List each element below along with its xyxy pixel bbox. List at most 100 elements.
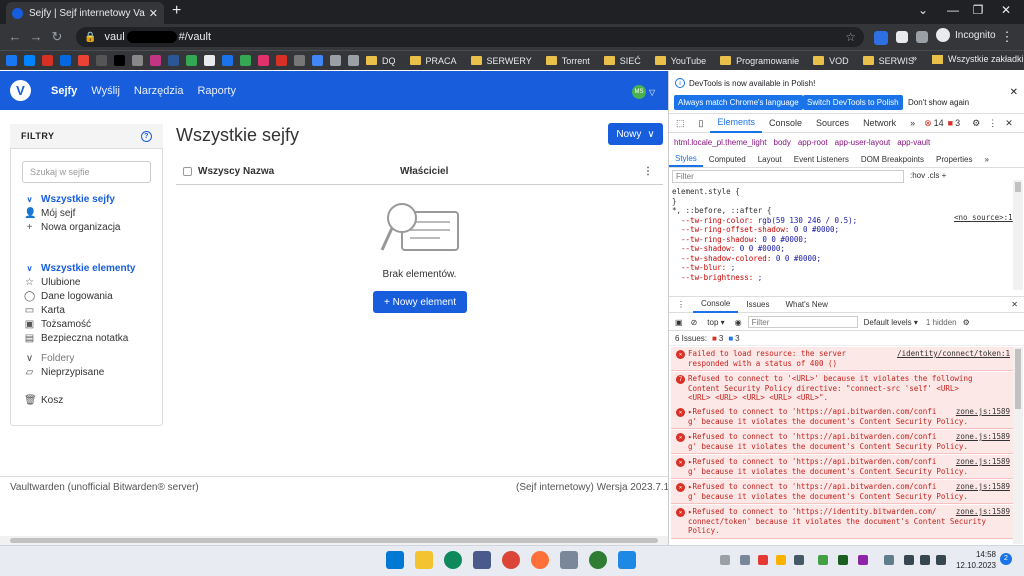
tray-icon[interactable] xyxy=(818,555,828,565)
console-error-message[interactable]: ✕ Failed to load resource: the server res… xyxy=(671,347,1014,371)
more-subtabs-icon[interactable]: » xyxy=(979,151,995,167)
column-name[interactable]: Nazwa xyxy=(243,166,274,177)
bookmark-icon[interactable] xyxy=(294,55,305,66)
styles-filter-input[interactable]: Filter xyxy=(672,170,904,183)
context-select[interactable]: top ▾ xyxy=(707,318,724,327)
dont-show-again-button[interactable]: Don't show again xyxy=(904,95,973,110)
scrollbar-thumb[interactable] xyxy=(10,538,658,543)
console-error-message[interactable]: ✕ ▸Refused to connect to 'https://api.bit… xyxy=(671,405,1014,429)
bookmark-folder[interactable]: SERWIS xyxy=(862,56,914,66)
incognito-profile[interactable]: Incognito xyxy=(936,28,996,42)
drawer-tab-issues[interactable]: Issues xyxy=(738,297,777,313)
close-tab-icon[interactable]: ✕ xyxy=(149,7,158,20)
bookmark-folder[interactable]: SIEĆ xyxy=(603,56,641,66)
chevron-up-icon[interactable] xyxy=(884,555,894,565)
subtab-event-listeners[interactable]: Event Listeners xyxy=(788,151,855,167)
file-explorer-icon[interactable] xyxy=(415,551,433,569)
tray-icon[interactable] xyxy=(758,555,768,565)
bookmark-icon[interactable] xyxy=(168,55,179,66)
back-icon[interactable]: ← xyxy=(6,29,24,44)
breadcrumb-item[interactable]: app-vault xyxy=(897,138,930,147)
browser-tab[interactable]: Sejfy | Sejf internetowy Vaultwarden ✕ xyxy=(6,2,164,24)
drawer-tab-console[interactable]: Console xyxy=(693,297,739,313)
error-count-icon[interactable]: ⊗ xyxy=(924,118,932,129)
chrome-menu-icon[interactable]: ⋮ xyxy=(998,29,1016,45)
close-drawer-icon[interactable]: ✕ xyxy=(1011,300,1018,309)
mail-bookmark-icon[interactable] xyxy=(96,55,107,66)
instagram-bookmark-icon[interactable] xyxy=(258,55,269,66)
filter-favorites[interactable]: ☆ Ulubione xyxy=(24,277,80,288)
tab-search-icon[interactable]: ⌄ xyxy=(908,3,938,17)
facebook-bookmark-icon[interactable] xyxy=(6,55,17,66)
error-source-link[interactable]: zone.js:1589 xyxy=(956,432,1010,442)
live-expression-eye-icon[interactable]: ◉ xyxy=(735,318,742,327)
bookmark-star-icon[interactable]: ☆ xyxy=(845,30,856,44)
bookmark-icon[interactable] xyxy=(276,55,287,66)
error-source-link[interactable]: /identity/connect/token:1 xyxy=(897,349,1010,359)
subtab-properties[interactable]: Properties xyxy=(930,151,978,167)
sidebar-toggle-icon[interactable]: ▣ xyxy=(675,318,683,327)
styles-scrollbar[interactable] xyxy=(1013,180,1023,290)
warning-count-icon[interactable]: ■ xyxy=(948,118,953,128)
horizontal-scrollbar[interactable] xyxy=(0,536,668,545)
tab-elements[interactable]: Elements xyxy=(710,114,762,133)
bookmark-folder[interactable]: VOD xyxy=(813,56,849,66)
error-source-link[interactable]: zone.js:1589 xyxy=(956,507,1010,517)
settings-gear-icon[interactable]: ⚙ xyxy=(972,118,980,129)
firefox-icon[interactable] xyxy=(531,551,549,569)
vaultwarden-logo-icon[interactable]: V xyxy=(10,80,31,101)
filter-folders[interactable]: ∨ Foldery xyxy=(24,353,75,364)
notification-badge[interactable]: 2 xyxy=(1000,553,1012,565)
youtube-bookmark-icon[interactable] xyxy=(42,55,53,66)
console-error-message[interactable]: ✕ ▸Refused to connect to 'https://api.bit… xyxy=(671,480,1014,504)
messenger-bookmark-icon[interactable] xyxy=(24,55,35,66)
extensions-puzzle-icon[interactable] xyxy=(896,31,908,43)
clear-console-icon[interactable]: ⊘ xyxy=(691,318,698,327)
bookmark-icon[interactable] xyxy=(348,55,359,66)
bookmark-folder[interactable]: DQ xyxy=(366,56,396,66)
edge-icon[interactable] xyxy=(444,551,462,569)
bookmark-icon[interactable] xyxy=(132,55,143,66)
x-bookmark-icon[interactable] xyxy=(114,55,125,66)
tray-icon[interactable] xyxy=(858,555,868,565)
tab-sources[interactable]: Sources xyxy=(809,114,856,133)
help-icon[interactable]: ? xyxy=(141,130,152,142)
filter-all-vaults[interactable]: ∨ Wszystkie sejfy xyxy=(24,194,115,205)
console-error-message[interactable]: ✕ ▸Refused to connect to 'https://api.bit… xyxy=(671,455,1014,479)
match-language-button[interactable]: Always match Chrome's language xyxy=(674,95,803,110)
scrollbar-thumb[interactable] xyxy=(1015,182,1021,192)
select-all-checkbox[interactable] xyxy=(183,166,192,176)
meta-bookmark-icon[interactable] xyxy=(60,55,71,66)
drawer-tab-whats-new[interactable]: What's New xyxy=(777,297,835,313)
subtab-dom-breakpoints[interactable]: DOM Breakpoints xyxy=(855,151,930,167)
vaultwarden-app-icon[interactable] xyxy=(589,551,607,569)
tray-icon[interactable] xyxy=(794,555,804,565)
tray-icon[interactable] xyxy=(740,555,750,565)
battery-icon[interactable] xyxy=(936,555,946,565)
address-bar[interactable]: 🔒 vaul #/vault ☆ xyxy=(76,27,864,47)
switch-language-button[interactable]: Switch DevTools to Polish xyxy=(803,95,903,110)
breadcrumb-item[interactable]: html.locale_pl.theme_light xyxy=(674,138,767,147)
globe-bookmark-icon[interactable] xyxy=(330,55,341,66)
bookmark-icon[interactable] xyxy=(240,55,251,66)
more-tabs-icon[interactable]: » xyxy=(903,114,922,133)
site-info-icon[interactable]: 🔒 xyxy=(84,32,96,43)
vault-search-input[interactable]: Szukaj w sejfie xyxy=(22,161,151,183)
filter-new-organization[interactable]: + Nowa organizacja xyxy=(24,222,121,233)
restore-button[interactable]: ❐ xyxy=(963,3,993,17)
bookmark-folder[interactable]: Torrent xyxy=(545,56,590,66)
console-scrollbar[interactable] xyxy=(1013,347,1023,544)
console-filter-input[interactable]: Filter xyxy=(747,316,858,328)
close-icon[interactable]: ✕ xyxy=(1010,87,1018,98)
gmail-bookmark-icon[interactable] xyxy=(78,55,89,66)
log-levels-select[interactable]: Default levels ▾ xyxy=(864,318,918,327)
filter-secure-note[interactable]: ▤ Bezpieczna notatka xyxy=(24,333,129,344)
reload-icon[interactable]: ↻ xyxy=(48,29,66,45)
breadcrumb-item[interactable]: app-user-layout xyxy=(835,138,891,147)
styles-filter-tools[interactable]: :hov .cls + xyxy=(910,171,946,180)
bitwarden-extension-icon[interactable] xyxy=(874,31,888,45)
console-settings-gear-icon[interactable]: ⚙ xyxy=(963,318,970,327)
drawer-menu-icon[interactable]: ⋮ xyxy=(669,297,693,313)
tab-console[interactable]: Console xyxy=(762,114,809,133)
nav-tools[interactable]: Narzędzia xyxy=(134,85,184,97)
